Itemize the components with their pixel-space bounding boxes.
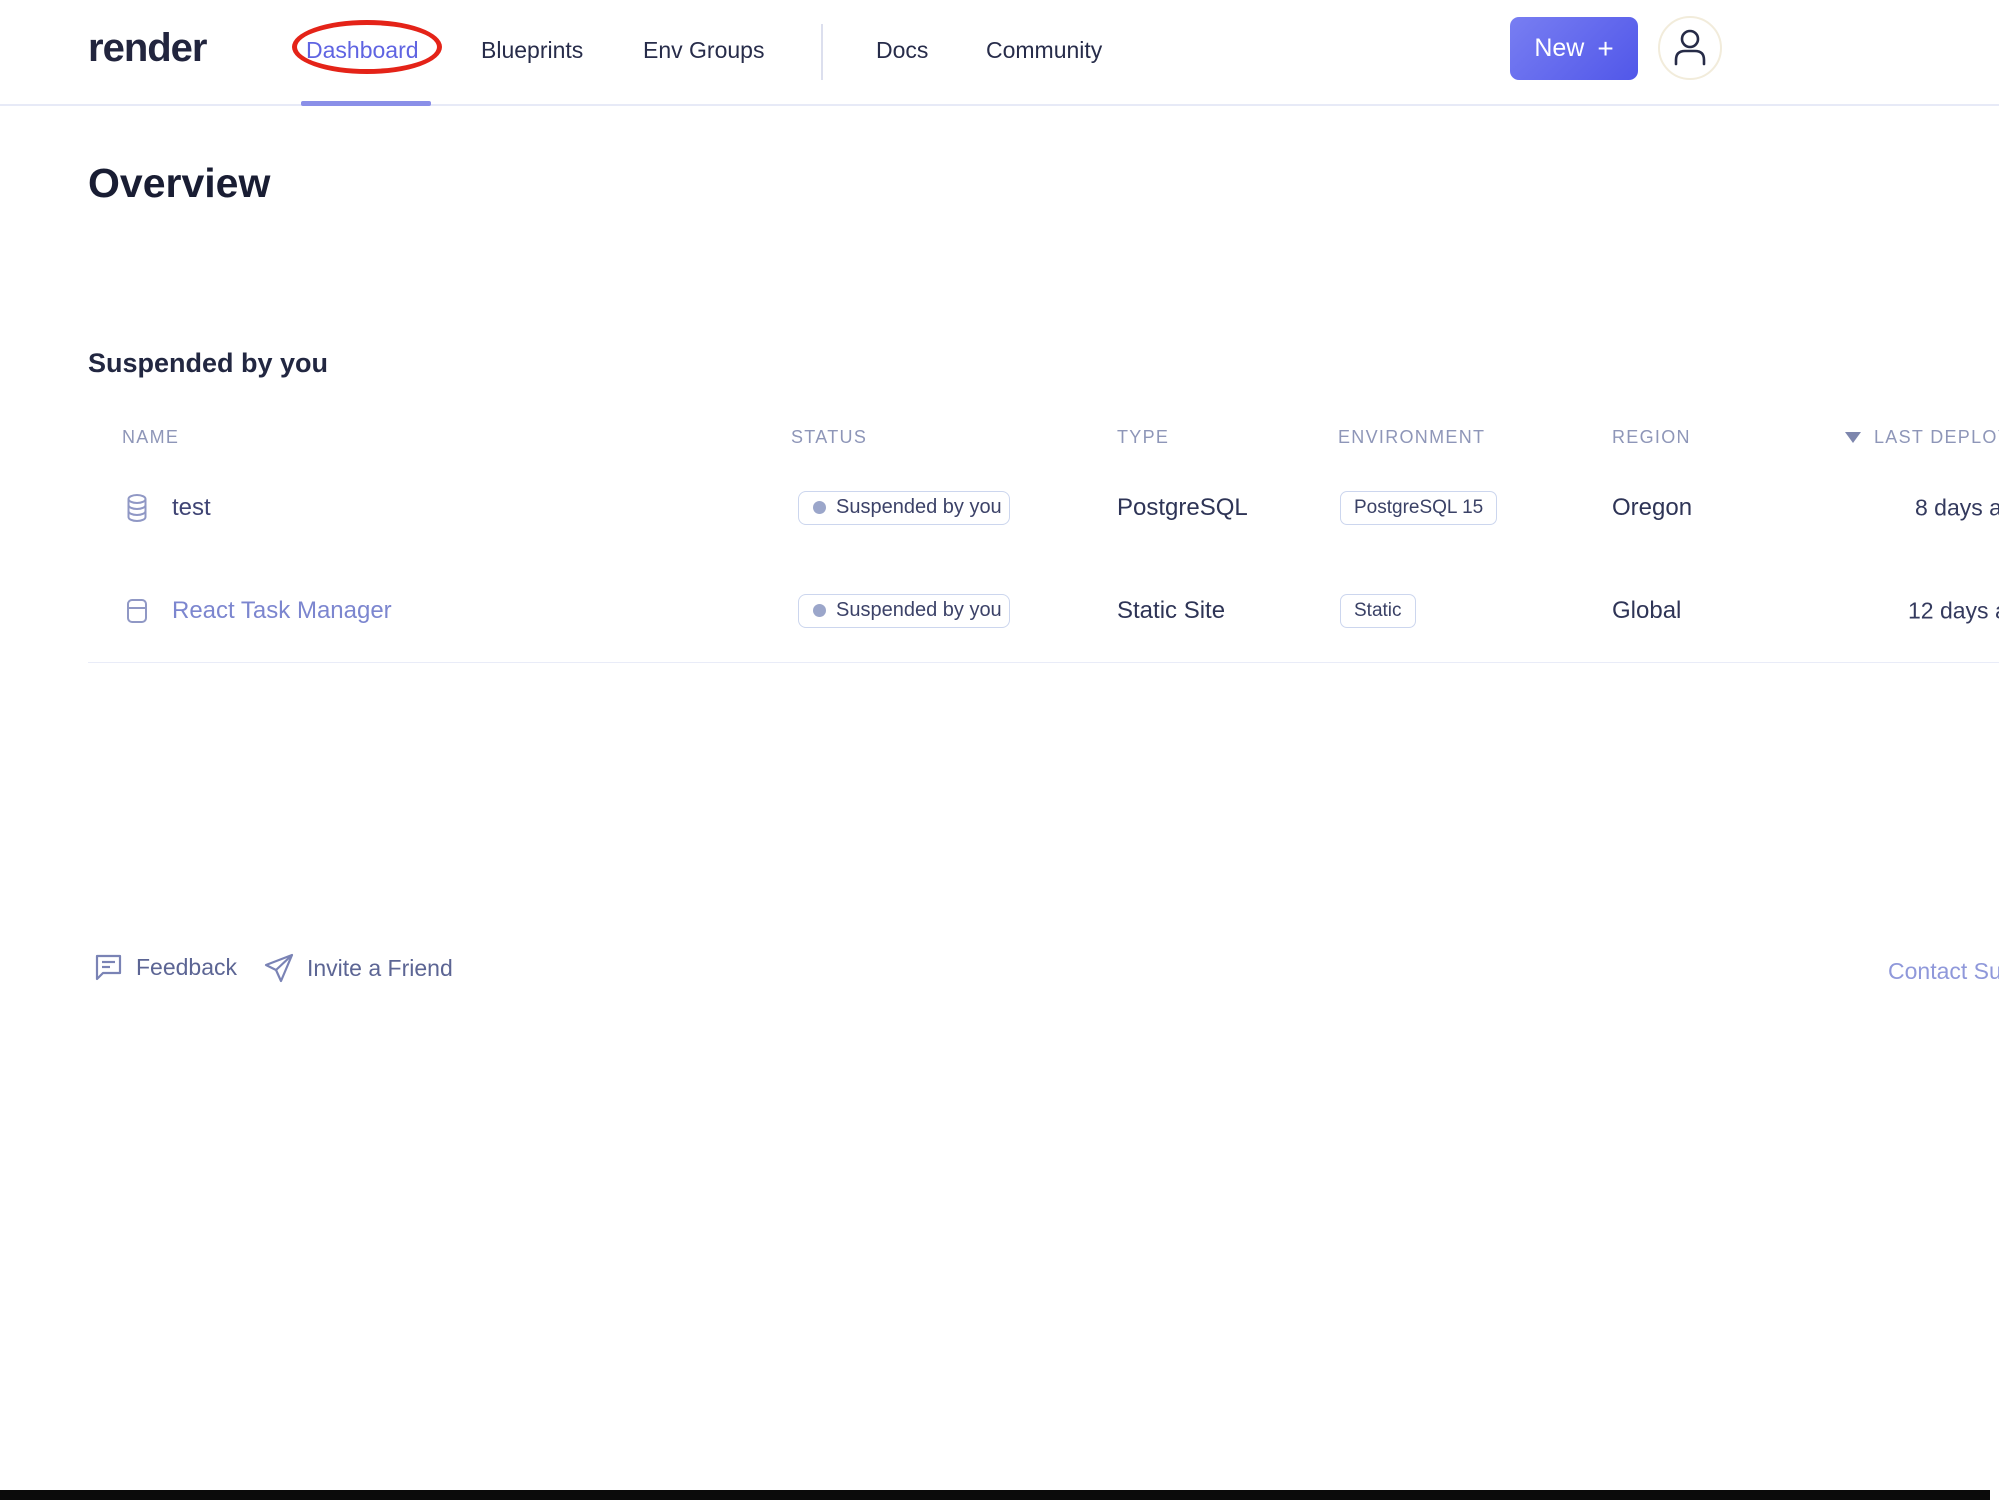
table-row[interactable]: test Suspended by you PostgreSQL Postgre… (88, 456, 1999, 560)
nav-item-community[interactable]: Community (986, 37, 1102, 64)
column-header-last-deployed[interactable]: LAST DEPLOYED (1874, 427, 1999, 448)
sort-descending-icon (1845, 432, 1861, 443)
service-region: Global (1612, 596, 1682, 624)
last-deploy-value: 8 days ago (1915, 494, 1999, 520)
environment-badge: Static (1340, 593, 1416, 628)
database-icon (126, 493, 148, 522)
column-header-name: NAME (122, 427, 180, 447)
nav-divider (821, 24, 823, 80)
status-dot-icon (813, 604, 826, 617)
service-type: PostgreSQL (1117, 493, 1248, 521)
active-tab-underline (301, 101, 431, 106)
column-header-region: REGION (1612, 427, 1691, 447)
status-dot-icon (813, 501, 826, 514)
bottom-edge-bar (0, 1490, 1990, 1500)
contact-support-link[interactable]: Contact Support (1888, 958, 1999, 985)
invite-friend-label: Invite a Friend (307, 954, 453, 981)
section-title: Suspended by you (88, 348, 329, 378)
service-name-link[interactable]: React Task Manager (172, 597, 392, 625)
nav-item-dashboard[interactable]: Dashboard (306, 37, 419, 64)
render-logo[interactable]: render (88, 26, 207, 71)
nav-item-env-groups[interactable]: Env Groups (643, 37, 764, 64)
invite-friend-link[interactable]: Invite a Friend (263, 952, 453, 984)
service-type: Static Site (1117, 596, 1226, 624)
last-deploy-value: 12 days ago (1908, 597, 1999, 623)
feedback-link[interactable]: Feedback (93, 952, 237, 983)
top-navigation-bar: render Dashboard Blueprints Env Groups D… (0, 0, 1999, 106)
status-badge: Suspended by you (798, 490, 1010, 525)
environment-badge: PostgreSQL 15 (1340, 490, 1498, 525)
render-dashboard-screen: render Dashboard Blueprints Env Groups D… (0, 0, 1999, 1500)
status-badge: Suspended by you (798, 593, 1010, 628)
feedback-icon (93, 952, 124, 983)
status-label: Suspended by you (836, 496, 1002, 518)
table-header-row: NAME STATUS TYPE ENVIRONMENT REGION LAST… (88, 420, 1999, 457)
new-button-label: New (1534, 34, 1585, 62)
user-menu-button[interactable] (1658, 16, 1722, 80)
column-header-environment: ENVIRONMENT (1338, 427, 1486, 447)
new-button[interactable]: New + (1510, 17, 1638, 80)
feedback-label: Feedback (136, 954, 238, 980)
nav-item-blueprints[interactable]: Blueprints (481, 37, 583, 64)
table-row[interactable]: React Task Manager Suspended by you Stat… (88, 559, 1999, 663)
column-header-type: TYPE (1117, 427, 1170, 447)
paper-plane-icon (263, 952, 295, 984)
user-icon (1668, 26, 1712, 70)
nav-item-docs[interactable]: Docs (876, 37, 928, 64)
column-header-status: STATUS (791, 427, 868, 447)
page-title: Overview (88, 160, 271, 206)
plus-icon: + (1597, 32, 1614, 64)
service-name-link[interactable]: test (172, 494, 211, 522)
status-label: Suspended by you (836, 599, 1002, 621)
static-site-icon (126, 598, 148, 624)
service-region: Oregon (1612, 493, 1693, 521)
